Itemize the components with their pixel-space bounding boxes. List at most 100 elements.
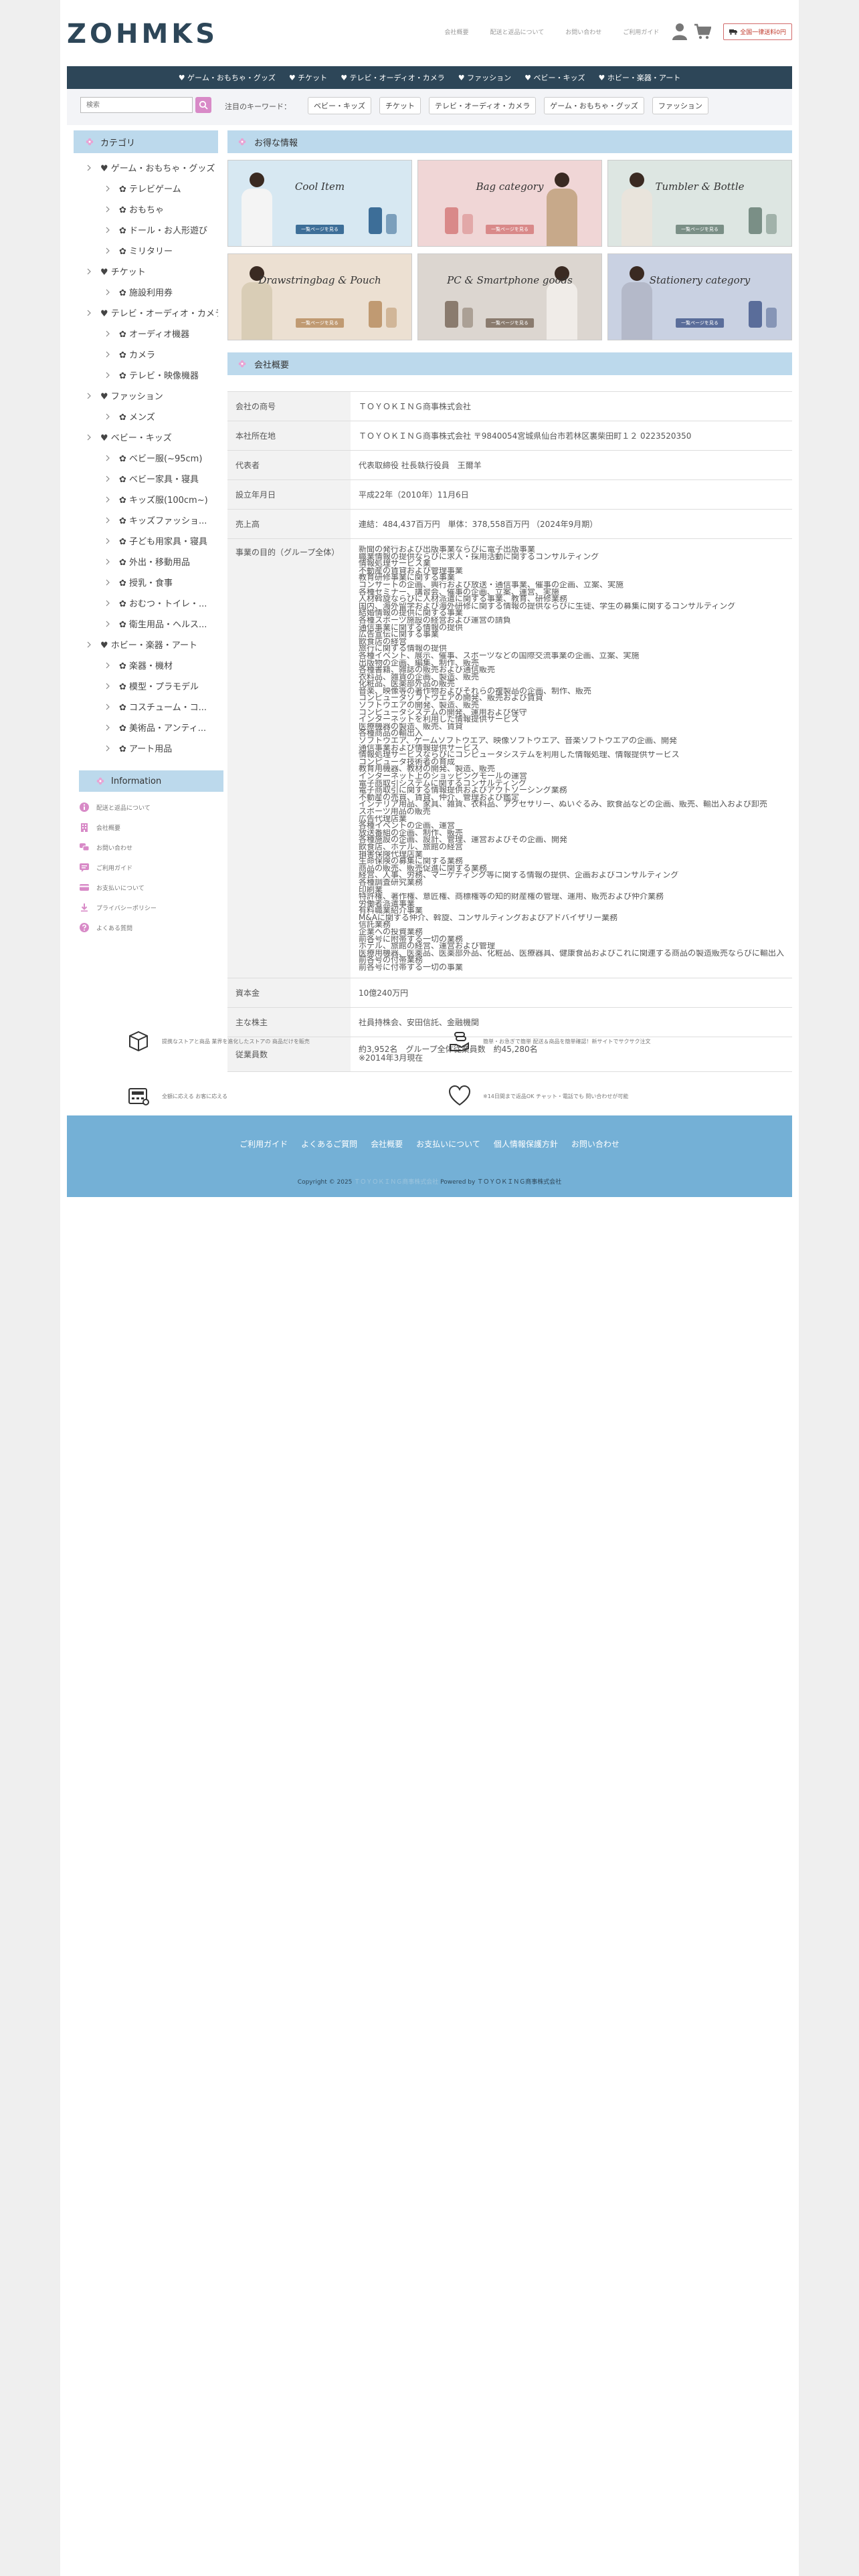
sidebar-category-item[interactable]: ✿ 美術品・アンティ... bbox=[74, 717, 218, 738]
banner-view-button[interactable]: 一覧ページを見る bbox=[296, 318, 344, 328]
footer-link-privacy[interactable]: 個人情報保護方針 bbox=[494, 1138, 558, 1150]
footer-link-faq[interactable]: よくあるご質問 bbox=[301, 1138, 357, 1150]
sidebar-category-item[interactable]: ✿ おもちゃ bbox=[74, 199, 218, 219]
sidebar-category-item[interactable]: ✿ オーディオ機器 bbox=[74, 323, 218, 344]
promo-banner[interactable]: Cool Item 一覧ページを見る bbox=[227, 160, 412, 247]
purpose-line: 電子商取引に関する情報提供およびアウトソーシング業務 bbox=[358, 786, 567, 794]
information-title: Information bbox=[111, 776, 162, 786]
user-icon[interactable] bbox=[672, 23, 688, 40]
purpose-line: 化粧品、医薬部外品の販売 bbox=[358, 680, 455, 687]
keyword-tag[interactable]: ゲーム・おもちゃ・グッズ bbox=[544, 97, 644, 114]
sidebar-category-item[interactable]: ✿ ベビー家具・寝具 bbox=[74, 468, 218, 489]
cart-icon[interactable] bbox=[694, 23, 712, 39]
nav-item-baby-kids[interactable]: ♥ ベビー・キッズ bbox=[524, 72, 585, 83]
nav-item-hobby[interactable]: ♥ ホビー・楽器・アート bbox=[599, 72, 681, 83]
heart-icon bbox=[448, 1085, 471, 1106]
site-logo[interactable]: ZOHMKS bbox=[67, 19, 218, 49]
promo-banner[interactable]: Drawstringbag & Pouch 一覧ページを見る bbox=[227, 253, 412, 340]
promo-banner[interactable]: Stationery category 一覧ページを見る bbox=[607, 253, 792, 340]
purpose-line: コンピュータシステムの開発、運用および保守 bbox=[358, 708, 527, 716]
promo-banner[interactable]: Tumbler & Bottle 一覧ページを見る bbox=[607, 160, 792, 247]
chevron-right-icon bbox=[106, 662, 110, 668]
company-title: 会社概要 bbox=[254, 360, 290, 370]
sidebar-category-item[interactable]: ✿ ドール・お人形遊び bbox=[74, 219, 218, 240]
banner-view-button[interactable]: 一覧ページを見る bbox=[676, 225, 724, 234]
search-input[interactable] bbox=[80, 97, 193, 113]
sidebar-category-item[interactable]: ♥ テレビ・オーディオ・カメラ bbox=[74, 302, 218, 323]
sidebar-category-item[interactable]: ✿ アート用品 bbox=[74, 738, 218, 758]
company-value: ＴＯＹＯＫＩＮＧ商事株式会社 〒9840054宮城県仙台市若林区裏柴田町１２ 0… bbox=[350, 421, 792, 451]
header-link-contact[interactable]: お問い合わせ bbox=[565, 27, 601, 36]
sidebar-category-label: ✿ カメラ bbox=[119, 350, 156, 360]
footer-link-guide[interactable]: ご利用ガイド bbox=[240, 1138, 288, 1150]
sidebar-category-item[interactable]: ♥ チケット bbox=[74, 261, 218, 282]
sidebar-category-item[interactable]: ✿ テレビゲーム bbox=[74, 178, 218, 199]
sidebar-category-item[interactable]: ✿ テレビ・映像機器 bbox=[74, 364, 218, 385]
purpose-line: 商品の販売、販売促進に関する業務 bbox=[358, 864, 487, 872]
footer-link-company[interactable]: 会社概要 bbox=[371, 1138, 403, 1150]
sidebar-category-item[interactable]: ♥ ホビー・楽器・アート bbox=[74, 634, 218, 655]
info-item-payment[interactable]: お支払いについて bbox=[74, 877, 218, 897]
sidebar-category-item[interactable]: ✿ メンズ bbox=[74, 406, 218, 427]
header-link-guide[interactable]: ご利用ガイド bbox=[623, 27, 659, 36]
sidebar-category-item[interactable]: ✿ キッズ服(100cm~) bbox=[74, 489, 218, 510]
info-item-company[interactable]: 会社概要 bbox=[74, 817, 218, 837]
sidebar-category-item[interactable]: ✿ 外出・移動用品 bbox=[74, 551, 218, 572]
sidebar-category-item[interactable]: ✿ 子ども用家具・寝具 bbox=[74, 530, 218, 551]
search-button[interactable] bbox=[195, 97, 211, 113]
sidebar-category-item[interactable]: ✿ コスチューム・コ... bbox=[74, 696, 218, 717]
feature-text: 全額に応える お客に応える bbox=[162, 1093, 228, 1099]
info-item-contact[interactable]: お問い合わせ bbox=[74, 837, 218, 857]
footer-link-payment[interactable]: お支払いについて bbox=[416, 1138, 480, 1150]
header-link-shipping[interactable]: 配送と返品について bbox=[490, 27, 545, 36]
nav-item-fashion[interactable]: ♥ ファッション bbox=[458, 72, 511, 83]
sidebar-category-item[interactable]: ✿ ミリタリー bbox=[74, 240, 218, 261]
nav-item-tv-audio-camera[interactable]: ♥ テレビ・オーディオ・カメラ bbox=[341, 72, 445, 83]
sidebar-category-label: ♥ テレビ・オーディオ・カメラ bbox=[100, 309, 218, 319]
promo-banner[interactable]: Bag category 一覧ページを見る bbox=[417, 160, 602, 247]
sidebar-category-label: ✿ アート用品 bbox=[119, 744, 173, 754]
sidebar-category-item[interactable]: ✿ 授乳・食事 bbox=[74, 572, 218, 593]
banner-title: Cool Item bbox=[294, 181, 345, 193]
free-shipping-button[interactable]: 全国一律送料0円 bbox=[723, 23, 792, 40]
global-nav: ♥ ゲーム・おもちゃ・グッズ ♥ チケット ♥ テレビ・オーディオ・カメラ ♥ … bbox=[67, 66, 792, 89]
banner-title: Stationery category bbox=[649, 274, 751, 286]
keyword-tag[interactable]: ベビー・キッズ bbox=[308, 97, 371, 114]
banner-view-button[interactable]: 一覧ページを見る bbox=[676, 318, 724, 328]
info-item-guide[interactable]: ご利用ガイド bbox=[74, 857, 218, 877]
purpose-line: インターネットを利用した情報提供サービス bbox=[358, 716, 519, 723]
sidebar-category-item[interactable]: ✿ カメラ bbox=[74, 344, 218, 364]
sidebar-category-item[interactable]: ✿ ベビー服(~95cm) bbox=[74, 447, 218, 468]
sidebar-category-item[interactable]: ✿ 衛生用品・ヘルス... bbox=[74, 613, 218, 634]
sidebar-category-item[interactable]: ✿ 模型・プラモデル bbox=[74, 675, 218, 696]
keyword-tag[interactable]: チケット bbox=[379, 97, 421, 114]
sidebar-category-item[interactable]: ✿ 楽器・機材 bbox=[74, 655, 218, 675]
header-link-company[interactable]: 会社概要 bbox=[444, 27, 468, 36]
chevron-right-icon bbox=[106, 455, 110, 461]
chevron-right-icon bbox=[106, 227, 110, 233]
chat-icon bbox=[80, 843, 90, 851]
keyword-tag[interactable]: テレビ・オーディオ・カメラ bbox=[429, 97, 537, 114]
sidebar-category-item[interactable]: ♥ ファッション bbox=[74, 385, 218, 406]
banner-view-button[interactable]: 一覧ページを見る bbox=[296, 225, 344, 234]
promo-banner[interactable]: PC & Smartphone goods 一覧ページを見る bbox=[417, 253, 602, 340]
purpose-line: 新聞の発行および出版事業ならびに電子出版事業 bbox=[358, 546, 535, 553]
keyword-tag[interactable]: ファッション bbox=[652, 97, 708, 114]
copyright-link[interactable]: ＴＯＹＯＫＩＮＧ商事株式会社 bbox=[354, 1179, 438, 1186]
footer-link-contact[interactable]: お問い合わせ bbox=[571, 1138, 619, 1150]
sidebar-category-item[interactable]: ♥ ゲーム・おもちゃ・グッズ bbox=[74, 157, 218, 178]
info-item-faq[interactable]: よくある質問 bbox=[74, 918, 218, 938]
company-value: ＴＯＹＯＫＩＮＧ商事株式会社 bbox=[350, 391, 792, 421]
banner-view-button[interactable]: 一覧ページを見る bbox=[486, 225, 534, 234]
chevron-right-icon bbox=[106, 683, 110, 689]
sidebar-category-item[interactable]: ✿ キッズファッショ... bbox=[74, 510, 218, 530]
info-item-privacy[interactable]: プライバシーポリシー bbox=[74, 897, 218, 918]
sidebar-category-item[interactable]: ✿ おむつ・トイレ・... bbox=[74, 593, 218, 613]
info-item-shipping[interactable]: 配送と返品について bbox=[74, 797, 218, 817]
purpose-line: インテリア用品、家具、雑貨、衣料品、アクセサリー、ぬいぐるみ、飲食品などの企画、… bbox=[358, 800, 768, 808]
sidebar-category-item[interactable]: ♥ ベビー・キッズ bbox=[74, 427, 218, 447]
nav-item-games[interactable]: ♥ ゲーム・おもちゃ・グッズ bbox=[179, 72, 276, 83]
nav-item-tickets[interactable]: ♥ チケット bbox=[289, 72, 327, 83]
banner-view-button[interactable]: 一覧ページを見る bbox=[486, 318, 534, 328]
sidebar-category-item[interactable]: ✿ 施設利用券 bbox=[74, 282, 218, 302]
